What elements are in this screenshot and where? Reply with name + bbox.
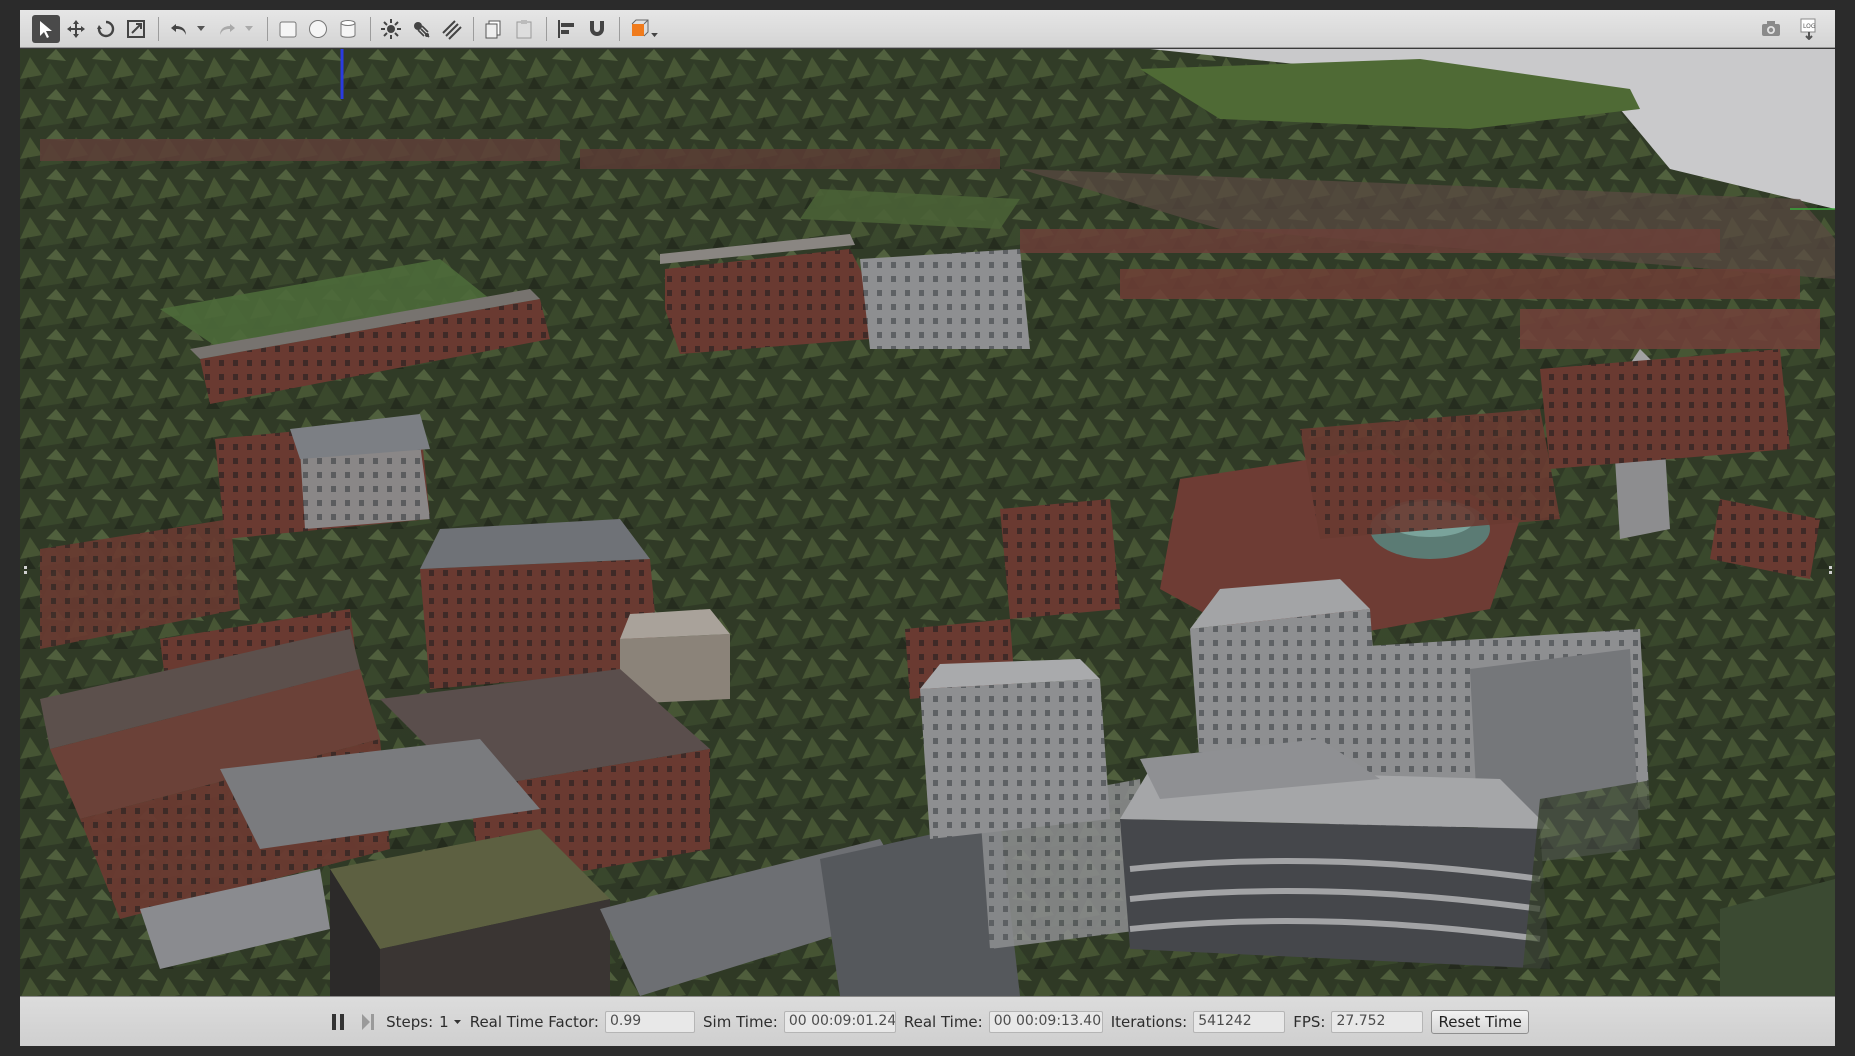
camera-icon <box>1762 21 1780 36</box>
chevron-down-icon <box>650 33 658 38</box>
box-icon <box>279 21 297 37</box>
point-light-button[interactable] <box>377 15 405 43</box>
translate-mode-icon <box>67 19 85 38</box>
toolbar-separator <box>158 16 159 41</box>
undo-button[interactable] <box>165 15 193 43</box>
real-time-factor-value: 0.99 <box>605 1010 695 1033</box>
sphere-shape-button[interactable] <box>304 15 332 43</box>
undo-icon <box>171 23 186 35</box>
toolbar-separator <box>370 16 371 41</box>
chevron-down-icon <box>245 25 253 31</box>
step-icon <box>362 1013 375 1030</box>
rotate-mode-icon <box>97 20 115 37</box>
point-light-icon <box>381 18 401 39</box>
steps-value[interactable]: 1 <box>439 1013 449 1031</box>
pause-icon <box>332 1013 345 1030</box>
real-time-value: 00 00:09:13.402 <box>988 1010 1103 1033</box>
fps-group: FPS: 27.752 <box>1293 1010 1424 1033</box>
city-model-scene <box>20 49 1835 996</box>
right-panel-handle[interactable] <box>1827 564 1833 578</box>
chevron-down-icon[interactable] <box>453 1017 462 1026</box>
snap-button[interactable] <box>583 15 611 43</box>
real-time-factor-group: Real Time Factor: 0.99 <box>469 1010 695 1033</box>
paste-button[interactable] <box>510 15 538 43</box>
select-mode-icon <box>40 20 52 38</box>
sim-time-label: Sim Time: <box>703 1012 778 1031</box>
chevron-down-icon <box>197 25 205 31</box>
toolbar-separator <box>619 16 620 41</box>
status-bar: Steps: 1 Real Time Factor: 0.99 Sim Time… <box>20 996 1835 1046</box>
sim-time-group: Sim Time: 00 00:09:01.242 <box>703 1010 896 1033</box>
iterations-group: Iterations: 541242 <box>1110 1010 1286 1033</box>
toolbar-separator <box>473 16 474 41</box>
steps-group: Steps: 1 <box>386 1013 462 1031</box>
sphere-icon <box>309 19 327 38</box>
cylinder-shape-button[interactable] <box>334 15 362 43</box>
translate-mode-button[interactable] <box>62 15 90 43</box>
log-button[interactable]: LOG <box>1795 15 1823 43</box>
app-frame: LOG Steps: 1 Real Time Factor: 0.99 Sim … <box>0 0 1855 1056</box>
gazebo-window: LOG Steps: 1 Real Time Factor: 0.99 Sim … <box>20 10 1835 1046</box>
fps-value: 27.752 <box>1331 1010 1424 1033</box>
toolbar: LOG <box>20 10 1835 48</box>
iterations-value: 541242 <box>1193 1010 1286 1033</box>
screenshot-button[interactable] <box>1757 15 1785 43</box>
fps-label: FPS: <box>1293 1012 1326 1031</box>
log-icon: LOG <box>1800 18 1816 40</box>
scale-mode-button[interactable] <box>122 15 150 43</box>
directional-light-button[interactable] <box>437 15 465 43</box>
magnet-icon <box>590 20 604 36</box>
directional-light-icon <box>442 19 462 40</box>
steps-label: Steps: <box>386 1012 434 1031</box>
align-button[interactable] <box>553 15 581 43</box>
copy-icon <box>485 20 501 38</box>
spot-light-button[interactable] <box>407 15 435 43</box>
toolbar-separator <box>267 16 268 41</box>
pause-button[interactable] <box>326 1010 350 1034</box>
undo-history-dropdown[interactable] <box>195 15 207 43</box>
copy-button[interactable] <box>480 15 508 43</box>
rotate-mode-button[interactable] <box>92 15 120 43</box>
reset-time-button[interactable]: Reset Time <box>1431 1009 1529 1034</box>
step-button[interactable] <box>356 1010 380 1034</box>
3d-scene-viewport[interactable] <box>20 49 1835 996</box>
align-icon <box>558 19 574 38</box>
scale-mode-icon <box>127 19 145 38</box>
real-time-label: Real Time: <box>903 1012 983 1031</box>
view-angle-dropdown[interactable] <box>648 22 660 50</box>
redo-history-dropdown[interactable] <box>243 15 255 43</box>
toolbar-separator <box>546 16 547 41</box>
spot-light-icon <box>414 21 430 38</box>
svg-text:LOG: LOG <box>1803 23 1816 30</box>
paste-icon <box>516 19 532 38</box>
redo-icon <box>220 23 235 35</box>
select-mode-button[interactable] <box>32 14 60 43</box>
redo-button[interactable] <box>213 15 241 43</box>
cylinder-icon <box>340 19 356 38</box>
box-shape-button[interactable] <box>274 15 302 43</box>
iterations-label: Iterations: <box>1110 1012 1188 1031</box>
real-time-factor-label: Real Time Factor: <box>469 1012 599 1031</box>
real-time-group: Real Time: 00 00:09:13.402 <box>903 1010 1103 1033</box>
left-panel-handle[interactable] <box>22 564 28 578</box>
sim-time-value: 00 00:09:01.242 <box>783 1010 896 1033</box>
